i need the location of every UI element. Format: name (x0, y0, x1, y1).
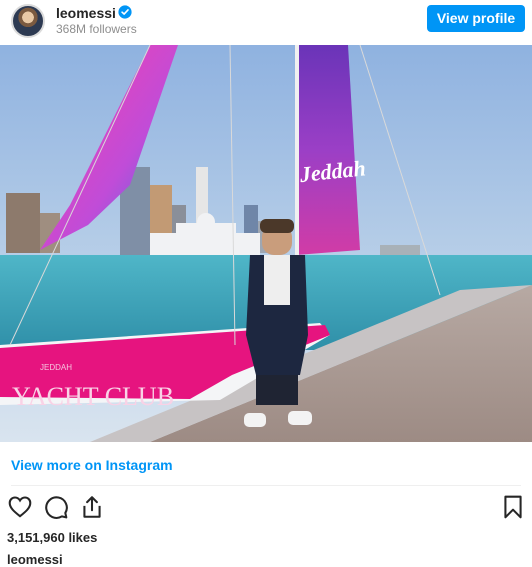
hull-text-large: YACHT CLUB (12, 382, 174, 411)
bookmark-icon[interactable] (500, 494, 526, 520)
follower-count: 368M followers (56, 22, 137, 36)
verified-badge-icon (118, 5, 132, 19)
avatar[interactable] (11, 4, 45, 38)
view-more-link[interactable]: View more on Instagram (11, 457, 173, 473)
comment-bubble-icon[interactable] (43, 494, 69, 520)
caption-username[interactable]: leomessi (7, 552, 63, 567)
divider (11, 485, 521, 486)
hull-text-small: JEDDAH (40, 363, 72, 372)
heart-icon[interactable] (7, 494, 33, 520)
like-count: 3,151,960 likes (7, 530, 98, 545)
share-icon[interactable] (79, 494, 105, 520)
post-header: leomessi 368M followers View profile (0, 0, 532, 44)
view-profile-button[interactable]: View profile (427, 5, 525, 32)
username[interactable]: leomessi (56, 5, 116, 21)
post-photo[interactable]: JEDDAH YACHT CLUB Jeddah (0, 45, 532, 442)
